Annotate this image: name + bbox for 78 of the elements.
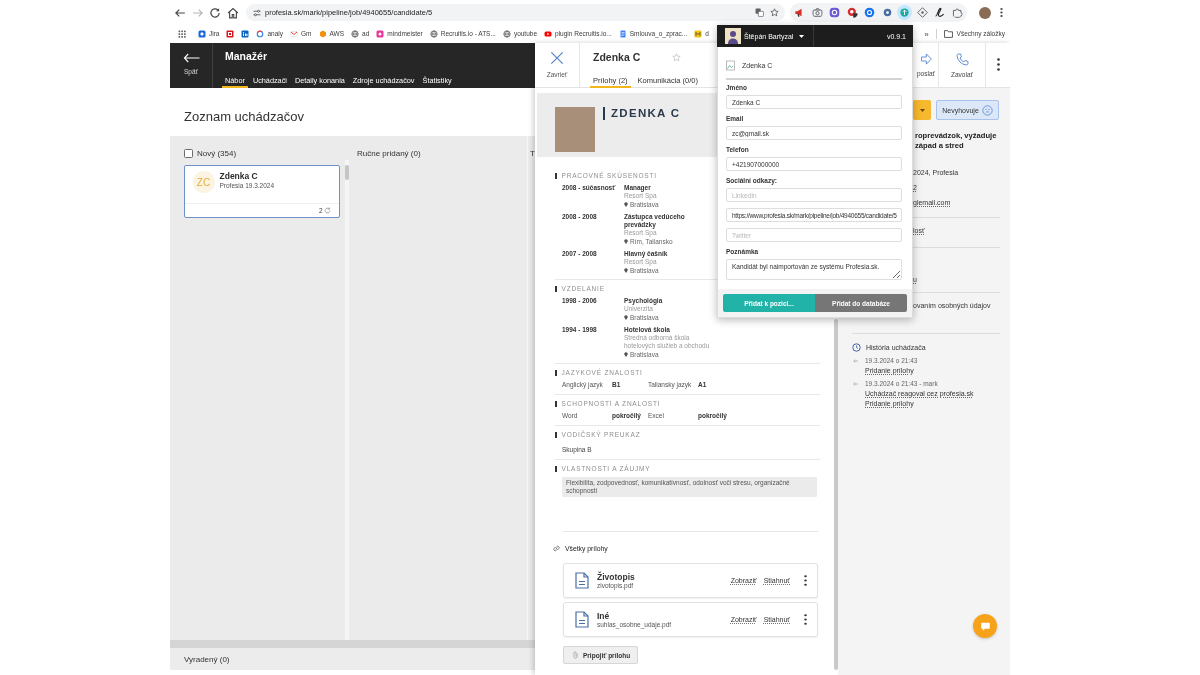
bookmark[interactable] (241, 30, 250, 38)
phone-icon (955, 53, 969, 66)
initials-avatar: ZC (192, 171, 215, 193)
arrow-icon (182, 53, 200, 63)
avatar-icon[interactable] (978, 6, 991, 19)
document-icon (575, 611, 589, 628)
globe-icon (429, 30, 438, 38)
checkbox[interactable] (184, 149, 193, 158)
ring-icon[interactable] (864, 7, 875, 18)
play-icon (544, 30, 553, 38)
candidate-name: Zdenka C (593, 51, 641, 63)
megaphone-icon[interactable] (794, 7, 805, 18)
caret-icon (919, 108, 925, 112)
attachment-type: Životopis (597, 571, 635, 582)
home-icon[interactable] (226, 6, 239, 19)
camera-icon[interactable] (811, 7, 823, 18)
tile-icon (241, 30, 250, 38)
pen-icon[interactable] (934, 7, 945, 18)
pin-icon (624, 267, 628, 273)
hexagon-icon (318, 30, 327, 38)
cycle-icon (324, 207, 331, 214)
avatar-icon (725, 28, 741, 44)
page-title: Zoznam uchádzačov (184, 109, 304, 124)
column-title: Nový (354) (197, 149, 237, 158)
document-icon (575, 572, 589, 589)
tile-icon (376, 30, 385, 38)
tile-icon (198, 30, 206, 38)
scrollbar[interactable] (170, 640, 535, 648)
menu-icon[interactable] (998, 7, 1004, 18)
chat-bubble-icon (979, 620, 991, 632)
more-bookmarks-button[interactable]: » (924, 29, 929, 39)
stage-dropdown[interactable] (913, 100, 931, 120)
tile-icon (226, 30, 235, 38)
rounded-square-icon[interactable] (829, 7, 840, 18)
diamond-icon[interactable] (916, 7, 928, 18)
globe-icon (502, 30, 511, 38)
scrollbar-thumb[interactable] (834, 319, 838, 670)
circle-badge-icon[interactable] (846, 7, 858, 18)
apps-grid-icon[interactable] (178, 30, 186, 38)
candidate-name: Zdenka C (219, 171, 258, 181)
star-icon[interactable] (770, 8, 779, 17)
disc-icon[interactable] (899, 7, 910, 18)
ring-icon (256, 30, 265, 38)
caret-icon (799, 34, 805, 38)
more-icon[interactable] (804, 575, 807, 586)
column-title: Ručne pridaný (0) (357, 149, 421, 158)
image-icon (726, 59, 735, 71)
disc-icon[interactable] (881, 7, 893, 18)
back-icon[interactable] (174, 6, 186, 19)
attachment-type: Iné (597, 610, 610, 621)
paperclip-icon (572, 651, 579, 659)
bookmark[interactable] (226, 30, 235, 38)
reload-icon[interactable] (209, 6, 221, 19)
pin-icon (624, 351, 628, 357)
clock-icon (852, 342, 861, 352)
pin-icon (624, 314, 628, 320)
column-title: Vyradený (0) (184, 654, 230, 664)
envelope-icon (290, 30, 299, 38)
sad-face-icon (981, 104, 993, 116)
globe-icon (351, 30, 360, 38)
photo-placeholder (555, 107, 595, 152)
tile-icon (694, 30, 703, 38)
cv-name: ZDENKA C (603, 107, 681, 120)
more-icon (996, 58, 1000, 71)
star-icon[interactable] (672, 52, 682, 62)
folder-icon (943, 30, 953, 38)
app-title: Manažér (225, 50, 267, 63)
sliders-icon[interactable] (253, 8, 261, 17)
column-title: T (530, 149, 535, 158)
more-icon[interactable] (804, 614, 807, 625)
close-icon (550, 51, 564, 65)
pin-icon (624, 201, 628, 207)
translate-icon[interactable] (755, 8, 764, 17)
document-icon (618, 30, 627, 38)
arrow-icon (920, 53, 932, 65)
link-icon (552, 543, 561, 553)
pin-icon (624, 238, 628, 244)
puzzle-icon[interactable] (951, 7, 963, 18)
